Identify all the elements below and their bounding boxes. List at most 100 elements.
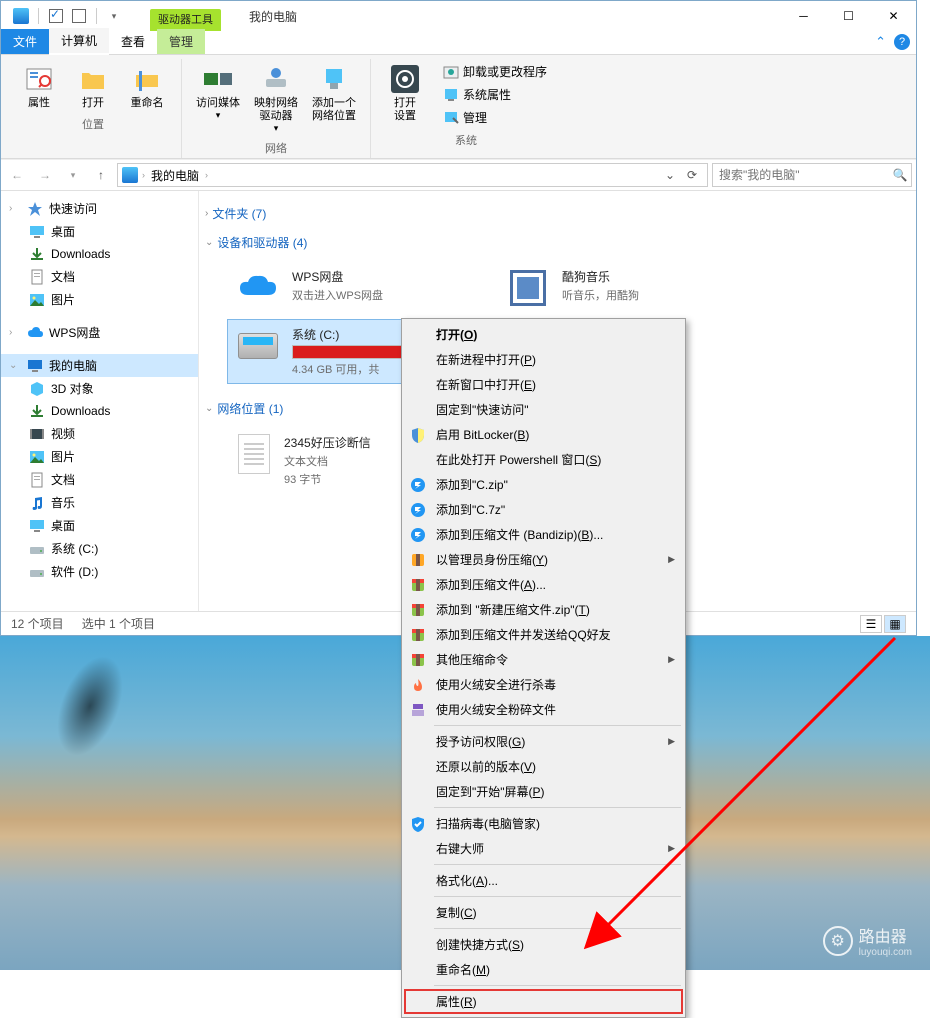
context-menu-item[interactable]: 属性(R) bbox=[404, 989, 683, 1014]
tab-view[interactable]: 查看 bbox=[109, 29, 157, 54]
3d-icon bbox=[29, 381, 45, 397]
context-menu-item[interactable]: 添加到压缩文件 (Bandizip)(B)... bbox=[404, 522, 683, 547]
sidebar-item[interactable]: 图片 bbox=[1, 288, 198, 311]
nav-recent-button[interactable]: ▾ bbox=[61, 163, 85, 187]
sidebar-item[interactable]: 桌面 bbox=[1, 220, 198, 243]
sidebar-item-label: WPS网盘 bbox=[49, 324, 100, 341]
context-menu-item[interactable]: 还原以前的版本(V) bbox=[404, 754, 683, 779]
view-icons-button[interactable]: ▦ bbox=[884, 615, 906, 633]
context-menu-item[interactable]: 使用火绒安全粉碎文件 bbox=[404, 697, 683, 722]
doc-icon bbox=[29, 472, 45, 488]
context-menu-item[interactable]: 使用火绒安全进行杀毒 bbox=[404, 672, 683, 697]
help-icon[interactable]: ? bbox=[894, 34, 910, 50]
ribbon-collapse-icon[interactable]: ⌃ bbox=[875, 34, 886, 50]
context-menu-item[interactable]: 添加到"C.zip" bbox=[404, 472, 683, 497]
context-menu-item[interactable]: 在新窗口中打开(E) bbox=[404, 372, 683, 397]
context-menu-item[interactable]: 固定到"快速访问" bbox=[404, 397, 683, 422]
context-menu-item[interactable]: 格式化(A)... bbox=[404, 868, 683, 893]
titlebar[interactable]: ▾ 驱动器工具 我的电脑 ─ ☐ ✕ bbox=[1, 1, 916, 31]
ribbon-sysprops-button[interactable]: 系统属性 bbox=[439, 84, 515, 105]
qat-new[interactable] bbox=[69, 6, 89, 26]
sidebar-item[interactable]: ›WPS网盘 bbox=[1, 321, 198, 344]
sidebar-item[interactable]: ›快速访问 bbox=[1, 197, 198, 220]
context-menu-item[interactable]: 打开(O) bbox=[404, 322, 683, 347]
tab-computer[interactable]: 计算机 bbox=[49, 28, 109, 55]
context-menu-item[interactable]: 以管理员身份压缩(Y)▶ bbox=[404, 547, 683, 572]
ribbon-manage-button[interactable]: 管理 bbox=[439, 107, 491, 128]
sidebar-item[interactable]: 图片 bbox=[1, 445, 198, 468]
system-menu-icon[interactable] bbox=[11, 6, 31, 26]
shred-icon bbox=[408, 702, 428, 718]
blank-icon bbox=[408, 937, 428, 953]
close-button[interactable]: ✕ bbox=[871, 2, 916, 31]
sidebar-item[interactable]: Downloads bbox=[1, 243, 198, 265]
drive-c-icon bbox=[234, 326, 282, 366]
sidebar-item[interactable]: ⌄我的电脑 bbox=[1, 354, 198, 377]
address-dropdown-button[interactable]: ⌄ bbox=[659, 164, 681, 186]
context-menu-item[interactable]: 在此处打开 Powershell 窗口(S) bbox=[404, 447, 683, 472]
sidebar-item[interactable]: 3D 对象 bbox=[1, 377, 198, 400]
sidebar-item[interactable]: 文档 bbox=[1, 468, 198, 491]
nav-up-button[interactable]: ↑ bbox=[89, 163, 113, 187]
blank-icon bbox=[408, 994, 428, 1010]
sidebar-item[interactable]: 软件 (D:) bbox=[1, 560, 198, 583]
context-menu-item[interactable]: 创建快捷方式(S) bbox=[404, 932, 683, 957]
qat-properties[interactable] bbox=[46, 6, 66, 26]
submenu-arrow-icon: ▶ bbox=[668, 736, 675, 747]
context-menu-item[interactable]: 扫描病毒(电脑管家) bbox=[404, 811, 683, 836]
breadcrumb[interactable]: 我的电脑 bbox=[149, 167, 201, 184]
context-menu-item[interactable]: 启用 BitLocker(B) bbox=[404, 422, 683, 447]
nav-forward-button[interactable]: → bbox=[33, 163, 57, 187]
ribbon-media-button[interactable]: 访问媒体 ▾ bbox=[192, 61, 244, 136]
ribbon-rename-button[interactable]: 重命名 bbox=[123, 61, 171, 112]
view-details-button[interactable]: ☰ bbox=[860, 615, 882, 633]
context-menu-item[interactable]: 右键大师▶ bbox=[404, 836, 683, 861]
search-input[interactable] bbox=[713, 168, 889, 182]
section-devices[interactable]: ⌄设备和驱动器 (4) bbox=[203, 228, 912, 257]
tab-manage[interactable]: 管理 bbox=[157, 29, 205, 54]
sidebar[interactable]: ›快速访问桌面Downloads文档图片›WPS网盘⌄我的电脑3D 对象Down… bbox=[1, 191, 199, 611]
ribbon-open-button[interactable]: 打开 bbox=[69, 61, 117, 112]
context-menu-item[interactable]: 复制(C) bbox=[404, 900, 683, 925]
context-menu-item[interactable]: 添加到压缩文件(A)... bbox=[404, 572, 683, 597]
sidebar-item[interactable]: 桌面 bbox=[1, 514, 198, 537]
sidebar-item[interactable]: 音乐 bbox=[1, 491, 198, 514]
context-menu-item[interactable]: 添加到压缩文件并发送给QQ好友 bbox=[404, 622, 683, 647]
ribbon-add-netloc-button[interactable]: 添加一个 网络位置 bbox=[308, 61, 360, 136]
ribbon-map-drive-button[interactable]: 映射网络 驱动器 ▾ bbox=[250, 61, 302, 136]
device-wps[interactable]: WPS网盘双击进入WPS网盘 bbox=[227, 261, 477, 315]
device-kugou[interactable]: 酷狗音乐听音乐，用酷狗 bbox=[497, 261, 747, 315]
context-menu-item[interactable]: 其他压缩命令▶ bbox=[404, 647, 683, 672]
qat-dropdown[interactable]: ▾ bbox=[104, 6, 124, 26]
tab-file[interactable]: 文件 bbox=[1, 29, 49, 54]
context-menu-item[interactable]: 在新进程中打开(P) bbox=[404, 347, 683, 372]
search-icon[interactable]: 🔍 bbox=[889, 168, 911, 182]
context-tab-drive-tools[interactable]: 驱动器工具 bbox=[150, 9, 221, 31]
ribbon-uninstall-button[interactable]: 卸载或更改程序 bbox=[439, 61, 551, 82]
search-box[interactable]: 🔍 bbox=[712, 163, 912, 187]
bz-icon bbox=[408, 527, 428, 543]
context-menu-item[interactable]: 授予访问权限(G)▶ bbox=[404, 729, 683, 754]
minimize-button[interactable]: ─ bbox=[781, 2, 826, 31]
address-bar[interactable]: › 我的电脑 › ⌄ ⟳ bbox=[117, 163, 708, 187]
ribbon-open-settings-button[interactable]: 打开 设置 bbox=[381, 61, 429, 128]
sidebar-item[interactable]: 系统 (C:) bbox=[1, 537, 198, 560]
maximize-button[interactable]: ☐ bbox=[826, 2, 871, 31]
context-menu-item[interactable]: 添加到 "新建压缩文件.zip"(T) bbox=[404, 597, 683, 622]
context-menu-label: 添加到"C.zip" bbox=[436, 476, 675, 493]
desktop-icon bbox=[29, 518, 45, 534]
cloud-icon bbox=[234, 268, 282, 308]
music-icon bbox=[29, 495, 45, 511]
context-menu-item[interactable]: 添加到"C.7z" bbox=[404, 497, 683, 522]
sidebar-item[interactable]: Downloads bbox=[1, 400, 198, 422]
sidebar-item[interactable]: 文档 bbox=[1, 265, 198, 288]
context-menu-label: 创建快捷方式(S) bbox=[436, 936, 675, 953]
ribbon-properties-button[interactable]: 属性 bbox=[15, 61, 63, 112]
context-menu-item[interactable]: 固定到"开始"屏幕(P) bbox=[404, 779, 683, 804]
refresh-button[interactable]: ⟳ bbox=[681, 164, 703, 186]
section-folders[interactable]: ›文件夹 (7) bbox=[203, 199, 912, 228]
nav-back-button[interactable]: ← bbox=[5, 163, 29, 187]
sidebar-item[interactable]: 视频 bbox=[1, 422, 198, 445]
status-item-count: 12 个项目 bbox=[11, 615, 64, 632]
context-menu[interactable]: 打开(O)在新进程中打开(P)在新窗口中打开(E)固定到"快速访问"启用 Bit… bbox=[401, 318, 686, 1018]
